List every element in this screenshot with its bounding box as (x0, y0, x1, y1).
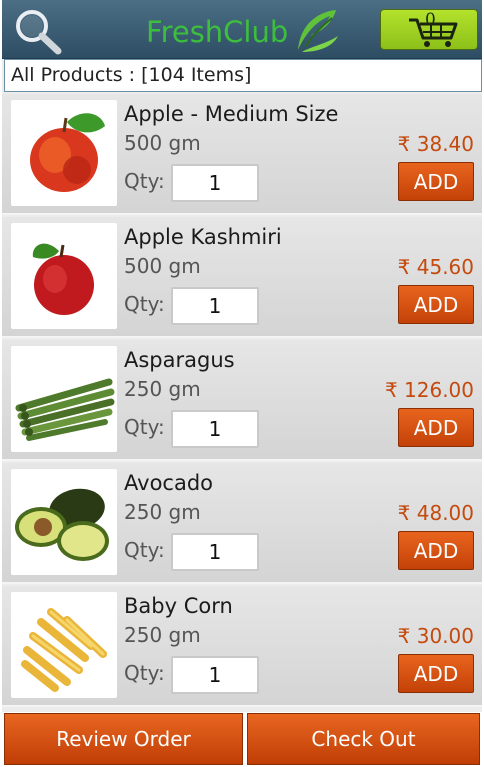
app-screen: FreshClub 0 All Products : [104 Items] A… (2, 0, 482, 767)
add-button[interactable]: ADD (398, 162, 474, 201)
product-weight: 500 gm (124, 131, 201, 155)
product-name: Apple Kashmiri (124, 225, 282, 249)
add-button[interactable]: ADD (398, 654, 474, 693)
search-icon (16, 10, 62, 55)
quantity-field[interactable] (171, 533, 259, 571)
quantity-field[interactable] (171, 164, 259, 202)
apple-image (11, 100, 117, 206)
qty-label: Qty: (124, 538, 165, 562)
baby-corn-image (11, 592, 117, 698)
product-weight: 250 gm (124, 623, 201, 647)
product-price: ₹ 45.60 (397, 255, 474, 279)
add-button[interactable]: ADD (398, 408, 474, 447)
product-list[interactable]: Apple - Medium Size 500 gm ₹ 38.40 Qty: … (2, 94, 482, 710)
product-weight: 500 gm (124, 254, 201, 278)
product-price: ₹ 38.40 (397, 132, 474, 156)
qty-label: Qty: (124, 169, 165, 193)
cart-button[interactable]: 0 (380, 9, 478, 50)
list-item: Asparagus 250 gm ₹ 126.00 Qty: ADD (2, 340, 482, 461)
list-item: Apple - Medium Size 500 gm ₹ 38.40 Qty: … (2, 94, 482, 215)
checkout-button[interactable]: Check Out (247, 713, 480, 765)
list-item: Apple Kashmiri 500 gm ₹ 45.60 Qty: ADD (2, 217, 482, 338)
footer-bar: Review Order Check Out (2, 712, 482, 767)
leaf-logo-icon (298, 10, 338, 52)
quantity-field[interactable] (171, 410, 259, 448)
category-bar[interactable]: All Products : [104 Items] (4, 59, 482, 92)
avocado-image (11, 469, 117, 575)
category-label: All Products : [104 Items] (11, 64, 252, 86)
cart-count-badge: 0 (425, 10, 436, 30)
kashmiri-apple-image (11, 223, 117, 329)
quantity-field[interactable] (171, 656, 259, 694)
product-price: ₹ 48.00 (397, 501, 474, 525)
add-button[interactable]: ADD (398, 531, 474, 570)
search-button[interactable] (10, 5, 64, 55)
product-name: Apple - Medium Size (124, 102, 339, 126)
app-logo: FreshClub (142, 4, 342, 56)
qty-label: Qty: (124, 292, 165, 316)
quantity-field[interactable] (171, 287, 259, 325)
product-price: ₹ 126.00 (384, 378, 474, 402)
qty-label: Qty: (124, 415, 165, 439)
list-item: Baby Corn 250 gm ₹ 30.00 Qty: ADD (2, 586, 482, 707)
product-name: Asparagus (124, 348, 235, 372)
product-weight: 250 gm (124, 377, 201, 401)
review-order-button[interactable]: Review Order (4, 713, 243, 765)
list-item: Avocado 250 gm ₹ 48.00 Qty: ADD (2, 463, 482, 584)
app-header: FreshClub 0 (2, 0, 482, 59)
product-name: Avocado (124, 471, 214, 495)
asparagus-image (11, 346, 117, 452)
qty-label: Qty: (124, 661, 165, 685)
product-weight: 250 gm (124, 500, 201, 524)
product-price: ₹ 30.00 (397, 624, 474, 648)
logo-text: FreshClub (146, 15, 289, 49)
add-button[interactable]: ADD (398, 285, 474, 324)
product-name: Baby Corn (124, 594, 233, 618)
